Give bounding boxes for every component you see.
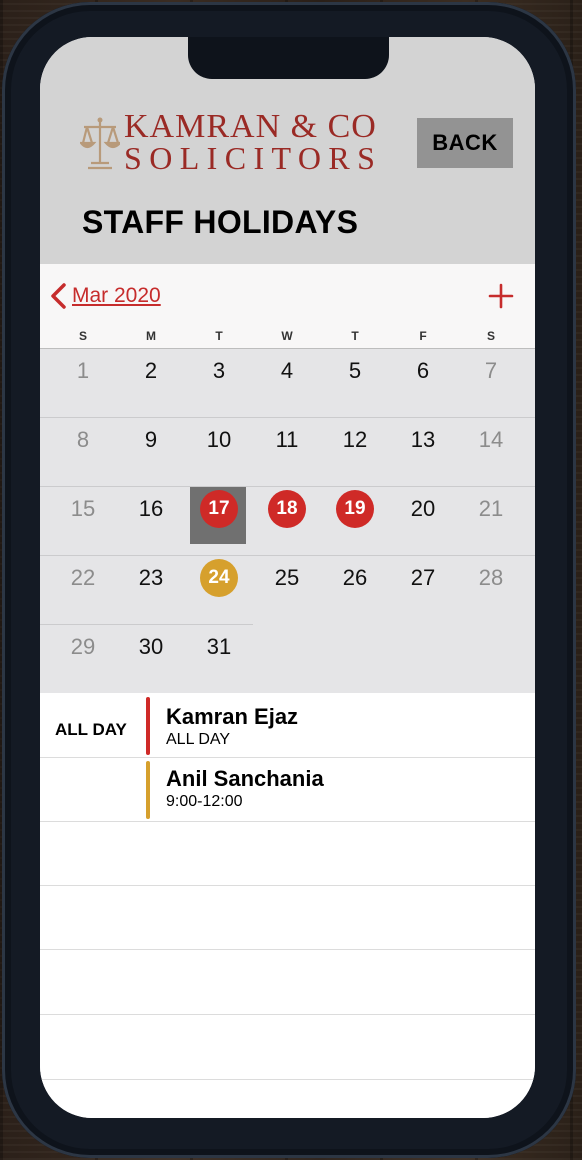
calendar-day[interactable]: 3 [185,351,253,391]
calendar-day[interactable]: 17 [185,489,253,529]
holiday-marker: 18 [268,490,306,528]
month-label[interactable]: Mar 2020 [72,284,161,308]
holiday-marker: 19 [336,490,374,528]
divider [40,1079,535,1080]
divider [40,1014,535,1015]
event-color-bar [146,761,150,819]
calendar-day[interactable]: 4 [253,351,321,391]
week-divider [40,486,535,487]
divider [40,821,535,822]
calendar-day[interactable]: 2 [117,351,185,391]
holiday-marker: 24 [200,559,238,597]
all-day-label: ALL DAY [55,720,127,739]
calendar-day[interactable]: 14 [457,420,525,460]
event-time: 9:00-12:00 [166,793,243,810]
page-title: STAFF HOLIDAYS [82,204,359,240]
calendar-day[interactable]: 23 [117,558,185,598]
calendar-day[interactable]: 27 [389,558,457,598]
calendar-day[interactable]: 10 [185,420,253,460]
calendar-day[interactable]: 18 [253,489,321,529]
calendar-day[interactable]: 19 [321,489,389,529]
weekday-label: T [351,329,359,343]
weekday-label: F [419,329,427,343]
weekday-label: T [215,329,223,343]
calendar-day[interactable]: 13 [389,420,457,460]
calendar-header: Mar 2020 S M T W T F S [40,264,535,349]
calendar-day[interactable]: 22 [49,558,117,598]
calendar-day[interactable]: 24 [185,558,253,598]
divider [40,949,535,950]
weekday-label: S [486,329,495,343]
add-icon[interactable] [488,283,514,309]
calendar-day[interactable]: 20 [389,489,457,529]
weekday-label: M [146,329,156,343]
calendar-day[interactable]: 1 [49,351,117,391]
app-screen: KAMRAN & CO SOLICITORS BACK STAFF HOLIDA… [40,37,535,1118]
weekday-label: S [78,329,87,343]
event-time: ALL DAY [166,731,231,748]
calendar-day[interactable]: 12 [321,420,389,460]
holiday-marker: 17 [200,490,238,528]
scales-of-justice-icon [80,117,120,170]
calendar-day[interactable]: 7 [457,351,525,391]
event-name[interactable]: Kamran Ejaz [166,704,298,730]
calendar-day[interactable]: 8 [49,420,117,460]
divider [40,757,535,758]
company-logo: KAMRAN & CO SOLICITORS [80,109,400,175]
week-divider [40,417,535,418]
chevron-left-icon[interactable] [48,282,68,310]
event-name[interactable]: Anil Sanchania [166,766,324,792]
calendar-day[interactable]: 9 [117,420,185,460]
calendar-day[interactable]: 6 [389,351,457,391]
back-button[interactable]: BACK [417,118,513,168]
calendar-day[interactable]: 15 [49,489,117,529]
calendar-day[interactable]: 5 [321,351,389,391]
logo-company-type: SOLICITORS [124,140,383,176]
calendar-day[interactable]: 28 [457,558,525,598]
calendar-day[interactable]: 21 [457,489,525,529]
event-color-bar [146,697,150,755]
weekday-label: W [281,329,293,343]
calendar-day[interactable]: 31 [185,627,253,667]
calendar-day[interactable]: 26 [321,558,389,598]
calendar-day[interactable]: 16 [117,489,185,529]
week-divider [40,555,535,556]
week-divider [40,624,253,625]
calendar-day[interactable]: 25 [253,558,321,598]
calendar-day[interactable]: 30 [117,627,185,667]
calendar-day[interactable]: 29 [49,627,117,667]
calendar-day[interactable]: 11 [253,420,321,460]
event-list: ALL DAY Kamran Ejaz ALL DAY Anil Sanchan… [40,693,535,1118]
divider [40,885,535,886]
phone-notch [188,37,389,79]
